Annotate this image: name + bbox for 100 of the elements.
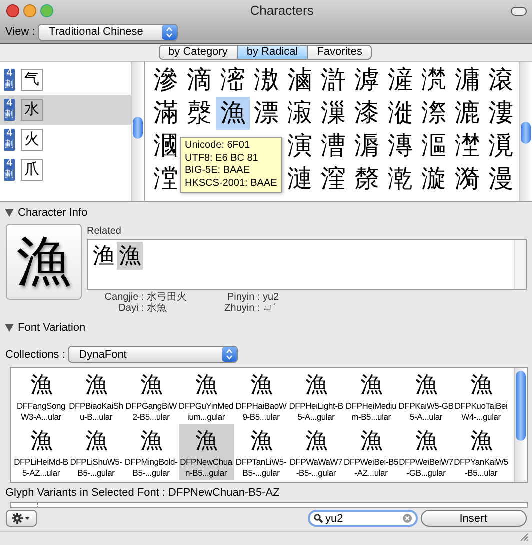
character-cell[interactable]: 漘 [350,130,384,163]
action-menu-button[interactable] [6,510,36,528]
character-cell[interactable]: 漆 [350,97,384,130]
character-cell[interactable]: 滴 [182,64,216,97]
font-sample[interactable]: 漁 DFFangSongW3-A...ular [14,368,69,424]
character-cell[interactable]: 漞 [484,130,518,163]
character-cell[interactable]: 漁 [216,97,250,130]
character-cell[interactable]: 漪 [450,163,484,196]
font-sample[interactable]: 漁 DFPBiaoKaiShu-B...ular [68,368,124,424]
stepper-arrows-icon [162,24,178,40]
clear-icon[interactable] [402,514,412,524]
field-value: 水弓田火 [147,292,188,304]
stroke-count-badge: 4 劃 [4,128,15,151]
font-sample[interactable]: 漁 DFPNewChuan-B5...gular [178,424,234,480]
section-heading: Font Variation [18,320,86,336]
character-cell[interactable]: 漉 [450,97,484,130]
related-label: Related [87,224,122,238]
radical-item[interactable]: 4 劃 气 [0,64,131,95]
character-cell[interactable]: 滽 [450,64,484,97]
character-cell[interactable]: 滿 [149,97,182,130]
character-cell[interactable]: 漩 [417,163,450,196]
character-cell[interactable]: 漇 [384,97,417,130]
field-value: yu2 [263,292,280,304]
character-cell[interactable]: 漦 [350,163,384,196]
radical-item[interactable]: 4 劃 爪 [0,154,131,185]
resize-grip-icon[interactable] [519,532,530,542]
character-cell[interactable]: 漍 [149,130,182,163]
character-cell[interactable]: 滹 [350,64,384,97]
window-title: Characters [250,3,314,18]
caret-icon [25,517,30,520]
font-sample[interactable]: 漁 DFPHeiMedium-B5...ular [344,368,399,424]
search-icon [314,514,323,524]
character-cell[interactable]: 漚 [417,130,450,163]
font-sample[interactable]: 漁 DFPGangBiW2-B5...ular [124,368,179,424]
field-value: 水魚 [147,303,168,314]
field-label: Pinyin : [226,292,262,304]
font-sample[interactable]: 漁 DFPWeiBeiW7-GB...gular [398,424,454,480]
scrollbar[interactable] [514,368,527,482]
stepper-arrows-icon [222,347,238,362]
disclosure-triangle-icon[interactable] [5,208,14,217]
font-sample[interactable]: 漁 DFPLiShuW5-B5-...gular [68,424,124,480]
font-sample[interactable]: 漁 DFPWaWaW7-B5-...gular [288,424,344,480]
stroke-count-badge: 4 劃 [4,98,15,121]
character-cell[interactable]: 漣 [283,163,316,196]
collections-dropdown[interactable]: DynaFont [68,346,238,364]
field-label: Zhuyin : [224,303,262,314]
character-preview: 漁 [6,224,82,300]
character-cell[interactable]: 滵 [216,64,250,97]
character-cell[interactable]: 漈 [417,97,450,130]
character-cell[interactable]: 滾 [484,64,518,97]
font-sample[interactable]: 漁 DFPHaiBaoW9-B5...ular [234,368,289,424]
character-tooltip: Unicode: 6F01 UTF8: E6 BC 81 BIG-5E: BAAE HKSCS-2001: BAAE [180,137,282,193]
glyph-variants-label: Glyph Variants in Selected Font : DFPNewChuan-B5-AZ [6,487,280,500]
character-cell[interactable]: 漥 [316,163,350,196]
character-cell[interactable]: 漀 [182,97,216,130]
view-dropdown[interactable]: Traditional Chinese [38,24,178,40]
font-sample[interactable]: 漁 DFPHeiLight-B5-A...gular [288,368,344,424]
font-sample[interactable]: 漁 DFPWeiBei-B5-AZ...ular [344,424,399,480]
radical-item[interactable]: 4 劃 水 [0,94,131,125]
character-cell[interactable]: 滻 [384,64,417,97]
view-label: View : [6,24,36,40]
search-field[interactable]: yu2 [308,510,418,528]
font-sample[interactable]: 漁 DFPMingBold-B5-...gular [124,424,179,480]
gear-icon [12,513,23,524]
related-character[interactable]: 渔 [90,242,117,270]
segment-tab[interactable]: by Category [158,45,238,60]
insert-button[interactable]: Insert [420,510,526,528]
window-controls[interactable] [6,4,54,18]
character-cell[interactable]: 漕 [316,130,350,163]
font-sample[interactable]: 漁 DFPYanKaiW5-B5...ular [454,424,509,480]
character-cell[interactable]: 漊 [484,97,518,130]
character-cell[interactable]: 滷 [283,64,316,97]
character-cell[interactable]: 漜 [450,130,484,163]
character-cell[interactable]: 漧 [384,163,417,196]
scrollbar[interactable] [519,62,532,201]
segment-tab[interactable]: Favorites [307,45,372,60]
segment-tab[interactable]: by Radical [236,45,308,60]
character-cell[interactable]: 漫 [484,163,518,196]
character-cell[interactable]: 漅 [316,97,350,130]
font-sample[interactable]: 漁 DFPLiHeiMd-B5-AZ...ular [14,424,69,480]
font-sample[interactable]: 漁 DFPKuoTaiBeiW4-...gular [454,368,509,424]
character-cell[interactable]: 演 [283,130,316,163]
character-cell[interactable]: 滼 [417,64,450,97]
radical-item[interactable]: 4 劃 火 [0,124,131,155]
scrollbar[interactable] [131,62,144,201]
font-sample[interactable]: 漁 DFPKaiW5-GB5-A...ular [398,368,454,424]
character-cell[interactable]: 漃 [283,97,316,130]
toolbar-toggle-icon[interactable] [510,6,526,16]
character-cell[interactable]: 滲 [149,64,182,97]
font-sample[interactable]: 漁 DFPGuYinMedium...gular [178,368,234,424]
disclosure-triangle-icon[interactable] [5,324,14,332]
character-cell[interactable]: 漂 [250,97,283,130]
font-sample[interactable]: 漁 DFPTanLiW5-B5-...gular [234,424,289,480]
scrollbar[interactable] [514,240,526,288]
field-label: Dayi : [118,303,146,314]
character-cell[interactable]: 滶 [250,64,283,97]
character-cell[interactable]: 漙 [384,130,417,163]
character-cell[interactable]: 滸 [316,64,350,97]
related-character[interactable]: 漁 [116,242,143,270]
character-cell[interactable]: 漟 [149,163,182,196]
